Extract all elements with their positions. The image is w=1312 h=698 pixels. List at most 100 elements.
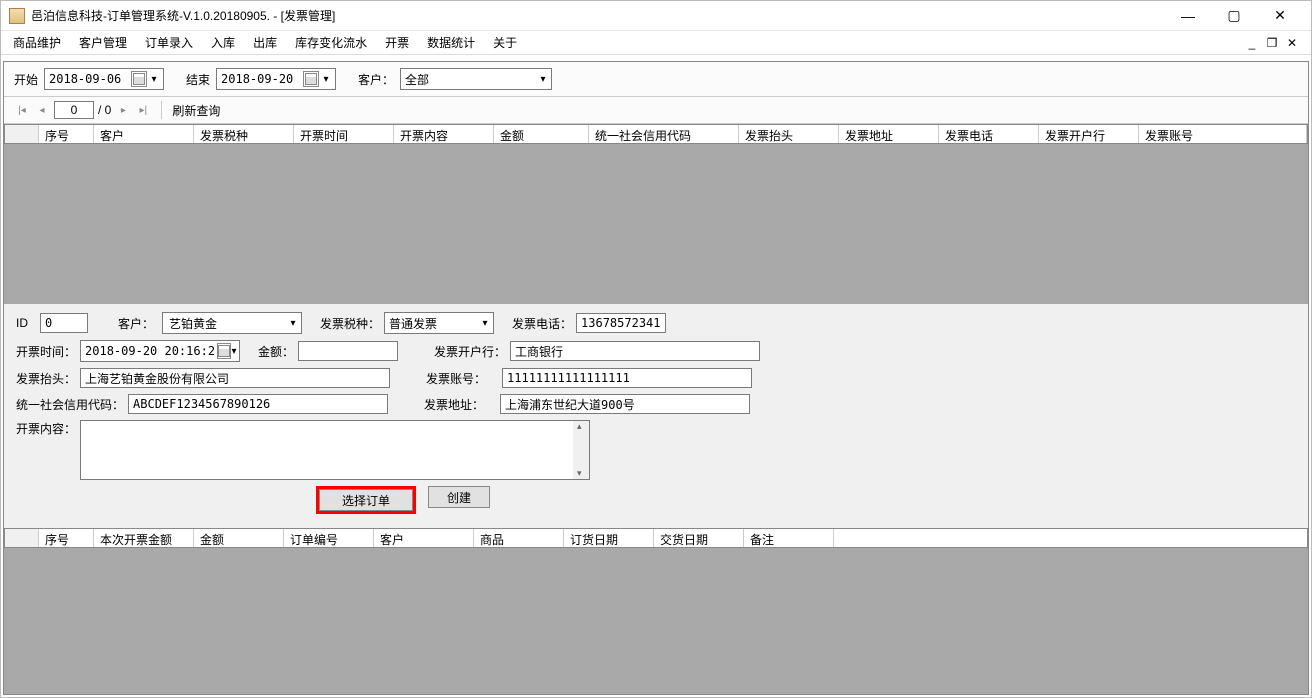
customer-filter-combo[interactable]: ▾	[400, 68, 552, 90]
menu-about[interactable]: 关于	[493, 34, 517, 51]
menu-stock-in[interactable]: 入库	[211, 34, 235, 51]
menu-customer[interactable]: 客户管理	[79, 34, 127, 51]
invoice-grid-body[interactable]	[4, 144, 1308, 304]
col2-order-no[interactable]: 订单编号	[284, 529, 374, 547]
pager-last-button[interactable]: ▸|	[135, 102, 151, 118]
col2-customer[interactable]: 客户	[374, 529, 474, 547]
col2-seq[interactable]: 序号	[39, 529, 94, 547]
account-input[interactable]	[502, 368, 752, 388]
calendar-icon[interactable]	[131, 71, 147, 87]
col-address[interactable]: 发票地址	[839, 125, 939, 143]
pager-page-input[interactable]	[54, 101, 94, 119]
invoice-form: ID 客户： ▾ 发票税种： ▾ 发票电话： 开票时间：	[4, 304, 1308, 528]
chevron-down-icon[interactable]: ▾	[285, 318, 301, 329]
title-label: 发票抬头：	[16, 370, 76, 387]
scrollbar[interactable]: ▴ ▾	[573, 421, 589, 479]
mdi-close-button[interactable]: ✕	[1285, 36, 1299, 50]
col-account[interactable]: 发票账号	[1139, 125, 1307, 143]
time-input[interactable]	[85, 344, 215, 358]
content-textarea[interactable]	[80, 420, 590, 480]
tax-combo[interactable]: ▾	[384, 312, 494, 334]
pager-first-button[interactable]: |◂	[14, 102, 30, 118]
pager-prev-button[interactable]: ◂	[34, 102, 50, 118]
tax-input[interactable]	[389, 316, 477, 330]
row-header-cell	[5, 529, 39, 547]
mdi-minimize-button[interactable]: _	[1245, 36, 1259, 50]
col2-deliver-date[interactable]: 交货日期	[654, 529, 744, 547]
chevron-down-icon[interactable]: ▾	[477, 318, 493, 329]
menu-invoice[interactable]: 开票	[385, 34, 409, 51]
menu-order-entry[interactable]: 订单录入	[145, 34, 193, 51]
bank-label: 发票开户行：	[434, 343, 506, 360]
title-input[interactable]	[80, 368, 390, 388]
pager-toolbar: |◂ ◂ / 0 ▸ ▸| 刷新查询	[4, 97, 1308, 124]
maximize-button[interactable]: ▢	[1211, 1, 1257, 31]
chevron-down-icon[interactable]: ▾	[319, 74, 333, 85]
col-customer[interactable]: 客户	[94, 125, 194, 143]
credit-input[interactable]	[128, 394, 388, 414]
amount-input[interactable]	[298, 341, 398, 361]
pager: |◂ ◂ / 0 ▸ ▸| 刷新查询	[14, 101, 220, 119]
customer-filter-input[interactable]	[405, 72, 535, 86]
end-label: 结束	[186, 71, 210, 88]
col-tax[interactable]: 发票税种	[194, 125, 294, 143]
mdi-controls: _ ❐ ✕	[1245, 36, 1299, 50]
col2-remark[interactable]: 备注	[744, 529, 834, 547]
mdi-restore-button[interactable]: ❐	[1265, 36, 1279, 50]
menu-stats[interactable]: 数据统计	[427, 34, 475, 51]
amount-label: 金额：	[258, 343, 294, 360]
bank-input[interactable]	[510, 341, 760, 361]
scroll-down-icon[interactable]: ▾	[577, 468, 582, 479]
menubar: 商品维护 客户管理 订单录入 入库 出库 库存变化流水 开票 数据统计 关于 _…	[1, 31, 1311, 55]
col2-amount[interactable]: 金额	[194, 529, 284, 547]
content-panel: 开始 ▾ 结束 ▾ 客户： ▾ |◂ ◂	[3, 61, 1309, 695]
menu-product[interactable]: 商品维护	[13, 34, 61, 51]
col-amount[interactable]: 金额	[494, 125, 589, 143]
pager-next-button[interactable]: ▸	[115, 102, 131, 118]
customer-filter-label: 客户：	[358, 71, 394, 88]
minimize-button[interactable]: —	[1165, 1, 1211, 31]
scroll-up-icon[interactable]: ▴	[577, 421, 582, 432]
time-label: 开票时间：	[16, 343, 76, 360]
menu-stock-out[interactable]: 出库	[253, 34, 277, 51]
close-button[interactable]: ✕	[1257, 1, 1303, 31]
col-bank[interactable]: 发票开户行	[1039, 125, 1139, 143]
chevron-down-icon[interactable]: ▾	[231, 346, 237, 357]
chevron-down-icon[interactable]: ▾	[535, 74, 551, 85]
select-order-button[interactable]: 选择订单	[319, 489, 413, 511]
order-grid: 序号 本次开票金额 金额 订单编号 客户 商品 订货日期 交货日期 备注	[4, 528, 1308, 694]
create-button[interactable]: 创建	[428, 486, 490, 508]
end-date-picker[interactable]: ▾	[216, 68, 336, 90]
col-seq[interactable]: 序号	[39, 125, 94, 143]
chevron-down-icon[interactable]: ▾	[147, 74, 161, 85]
order-grid-body[interactable]	[4, 548, 1308, 694]
start-date-picker[interactable]: ▾	[44, 68, 164, 90]
calendar-icon[interactable]	[303, 71, 319, 87]
content-label: 开票内容：	[16, 420, 76, 437]
order-grid-header: 序号 本次开票金额 金额 订单编号 客户 商品 订货日期 交货日期 备注	[4, 528, 1308, 548]
window-title: 邑泊信息科技-订单管理系统-V.1.0.20180905. - [发票管理]	[31, 7, 1165, 24]
col-phone[interactable]: 发票电话	[939, 125, 1039, 143]
col-content[interactable]: 开票内容	[394, 125, 494, 143]
end-date-input[interactable]	[221, 72, 301, 86]
col-credit[interactable]: 统一社会信用代码	[589, 125, 739, 143]
window-controls: — ▢ ✕	[1165, 1, 1303, 31]
refresh-query-button[interactable]: 刷新查询	[172, 102, 220, 119]
phone-input[interactable]	[576, 313, 666, 333]
calendar-icon[interactable]	[217, 343, 231, 359]
time-picker[interactable]: ▾	[80, 340, 240, 362]
col2-this-amount[interactable]: 本次开票金额	[94, 529, 194, 547]
col-title[interactable]: 发票抬头	[739, 125, 839, 143]
customer-combo[interactable]: ▾	[162, 312, 302, 334]
id-input[interactable]	[40, 313, 88, 333]
customer-input[interactable]	[167, 314, 285, 332]
phone-label: 发票电话：	[512, 315, 572, 332]
select-order-highlight: 选择订单	[316, 486, 416, 514]
col-time[interactable]: 开票时间	[294, 125, 394, 143]
menu-stock-flow[interactable]: 库存变化流水	[295, 34, 367, 51]
invoice-grid: 序号 客户 发票税种 开票时间 开票内容 金额 统一社会信用代码 发票抬头 发票…	[4, 124, 1308, 304]
col2-product[interactable]: 商品	[474, 529, 564, 547]
start-date-input[interactable]	[49, 72, 129, 86]
address-input[interactable]	[500, 394, 750, 414]
col2-order-date[interactable]: 订货日期	[564, 529, 654, 547]
